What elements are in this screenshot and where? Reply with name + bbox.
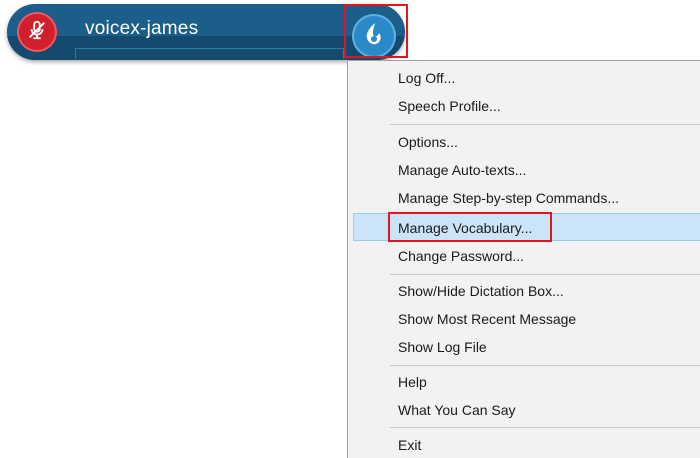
screen: voicex-james Log Off... Speech Profile..… xyxy=(0,0,700,458)
menu-separator xyxy=(390,124,700,125)
menu-item-manage-step-by-step-commands[interactable]: Manage Step-by-step Commands... xyxy=(348,184,700,212)
microphone-button[interactable] xyxy=(17,12,57,52)
menu-item-show-log-file[interactable]: Show Log File xyxy=(348,333,700,361)
dragon-button-highlight-box xyxy=(344,4,408,58)
microphone-muted-icon xyxy=(26,19,48,46)
menu-item-speech-profile[interactable]: Speech Profile... xyxy=(348,92,700,120)
menu-item-change-password[interactable]: Change Password... xyxy=(348,242,700,270)
menu-separator xyxy=(390,365,700,366)
menu-item-show-hide-dictation-box[interactable]: Show/Hide Dictation Box... xyxy=(348,277,700,305)
dictation-text-field[interactable] xyxy=(75,48,344,59)
menu-item-what-you-can-say[interactable]: What You Can Say xyxy=(348,396,700,424)
menu-separator xyxy=(390,427,700,428)
menu-item-help[interactable]: Help xyxy=(348,368,700,396)
manage-vocabulary-highlight-box xyxy=(388,212,552,242)
menu-item-show-most-recent-message[interactable]: Show Most Recent Message xyxy=(348,305,700,333)
menu-item-exit[interactable]: Exit xyxy=(348,431,700,458)
menu-item-manage-auto-texts[interactable]: Manage Auto-texts... xyxy=(348,156,700,184)
context-menu: Log Off... Speech Profile... Options... … xyxy=(347,60,700,458)
menu-item-options[interactable]: Options... xyxy=(348,128,700,156)
menu-separator xyxy=(390,274,700,275)
username-label: voicex-james xyxy=(85,18,199,39)
menu-item-log-off[interactable]: Log Off... xyxy=(348,64,700,92)
